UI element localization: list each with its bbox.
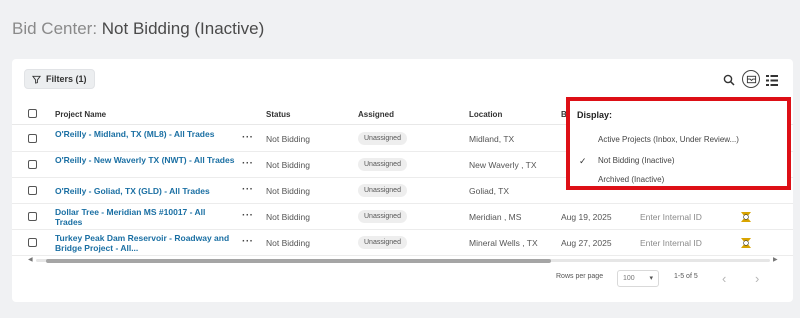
filter-icon [32, 75, 41, 84]
check-icon: ✓ [579, 156, 587, 166]
row-checkbox[interactable] [28, 134, 37, 143]
row-more-menu[interactable]: ··· [242, 132, 254, 143]
scrollbar-track[interactable] [36, 259, 770, 263]
rows-per-page-label: Rows per page [556, 273, 604, 280]
status-cell: Not Bidding [266, 160, 310, 170]
internal-id-field[interactable]: Enter Internal ID [640, 238, 702, 248]
assigned-badge[interactable]: Unassigned [358, 184, 407, 197]
project-name-link[interactable]: O'Reilly - New Waverly TX (NWT) - All Tr… [55, 155, 235, 165]
chevron-down-icon: ▾ [649, 275, 653, 282]
assigned-badge[interactable]: Unassigned [358, 158, 407, 171]
bid-date-cell: Aug 27, 2025 [561, 238, 612, 248]
status-cell: Not Bidding [266, 212, 310, 222]
chevron-left-icon[interactable]: ‹ [722, 271, 726, 286]
col-project-name[interactable]: Project Name [55, 110, 106, 119]
display-option-active[interactable]: Active Projects (Inbox, Under Review...) [598, 135, 739, 144]
display-dropdown: Display: Active Projects (Inbox, Under R… [566, 97, 791, 190]
warning-icon[interactable] [739, 236, 753, 250]
location-cell: Goliad, TX [469, 186, 510, 196]
assigned-badge[interactable]: Unassigned [358, 132, 407, 145]
row-checkbox[interactable] [28, 160, 37, 169]
display-option-not-bidding[interactable]: Not Bidding (Inactive) [598, 156, 674, 165]
status-cell: Not Bidding [266, 134, 310, 144]
row-more-menu[interactable]: ··· [242, 210, 254, 221]
display-icon[interactable] [742, 70, 760, 88]
project-name-link[interactable]: O'Reilly - Midland, TX (ML8) - All Trade… [55, 129, 235, 139]
display-dropdown-title: Display: [577, 110, 613, 120]
warning-icon[interactable] [739, 210, 753, 224]
status-cell: Not Bidding [266, 186, 310, 196]
page-title: Bid Center: Not Bidding (Inactive) [12, 19, 264, 39]
columns-icon[interactable] [765, 73, 779, 87]
col-assigned[interactable]: Assigned [358, 110, 394, 119]
location-cell: Midland, TX [469, 134, 515, 144]
location-cell: Meridian , MS [469, 212, 522, 222]
bid-date-cell: Aug 19, 2025 [561, 212, 612, 222]
rows-per-page-value: 100 [623, 275, 635, 282]
table-row[interactable]: Turkey Peak Dam Reservoir - Roadway and … [12, 230, 793, 256]
search-icon[interactable] [722, 73, 736, 87]
status-cell: Not Bidding [266, 238, 310, 248]
select-all-checkbox[interactable] [28, 109, 37, 118]
filters-button[interactable]: Filters (1) [24, 69, 95, 89]
page-title-prefix: Bid Center: [12, 19, 98, 38]
project-name-link[interactable]: Dollar Tree - Meridian MS #10017 - All T… [55, 207, 235, 227]
project-name-link[interactable]: O'Reilly - Goliad, TX (GLD) - All Trades [55, 186, 235, 196]
assigned-badge[interactable]: Unassigned [358, 236, 407, 249]
row-checkbox[interactable] [28, 238, 37, 247]
display-option-archived[interactable]: Archived (Inactive) [598, 175, 664, 184]
scrollbar-thumb[interactable] [46, 259, 551, 263]
rows-per-page-select[interactable]: 100 ▾ [617, 270, 659, 287]
location-cell: New Waverly , TX [469, 160, 537, 170]
scroll-right-arrow[interactable]: ▶ [773, 256, 778, 263]
row-checkbox[interactable] [28, 212, 37, 221]
row-more-menu[interactable]: ··· [242, 236, 254, 247]
location-cell: Mineral Wells , TX [469, 238, 538, 248]
row-checkbox[interactable] [28, 186, 37, 195]
project-name-link[interactable]: Turkey Peak Dam Reservoir - Roadway and … [55, 233, 235, 253]
filters-label: Filters (1) [46, 74, 87, 84]
scroll-left-arrow[interactable]: ◀ [28, 256, 33, 263]
pagination-range: 1-5 of 5 [674, 273, 698, 280]
page-title-view: Not Bidding (Inactive) [101, 19, 265, 38]
horizontal-scrollbar[interactable]: ◀ ▶ [28, 256, 778, 263]
row-more-menu[interactable]: ··· [242, 158, 254, 169]
chevron-right-icon[interactable]: › [755, 271, 759, 286]
assigned-badge[interactable]: Unassigned [358, 210, 407, 223]
col-status[interactable]: Status [266, 110, 290, 119]
col-location[interactable]: Location [469, 110, 502, 119]
row-more-menu[interactable]: ··· [242, 184, 254, 195]
table-row[interactable]: Dollar Tree - Meridian MS #10017 - All T… [12, 204, 793, 230]
internal-id-field[interactable]: Enter Internal ID [640, 212, 702, 222]
